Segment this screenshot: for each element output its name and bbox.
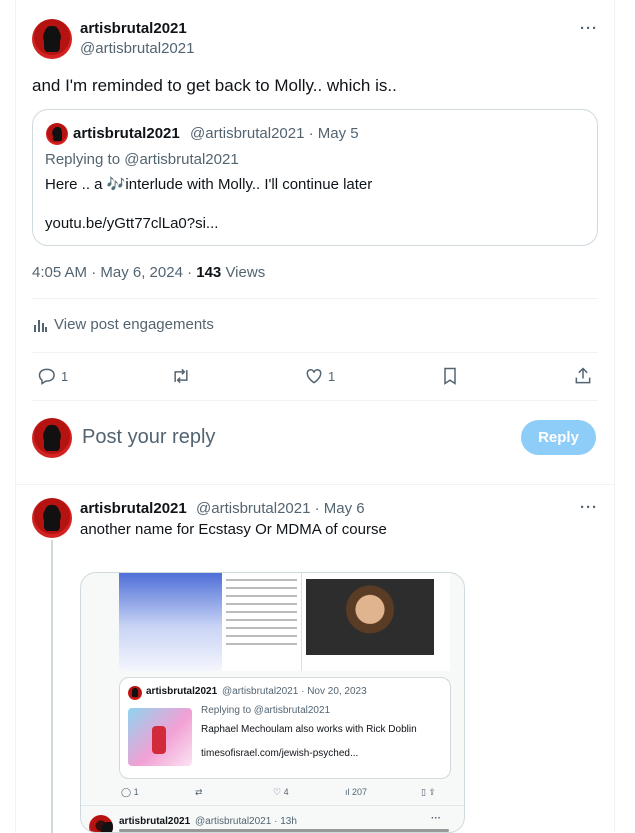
nested-display-name: artisbrutal2021 (146, 686, 218, 697)
views-label: Views (221, 264, 266, 281)
engagements-label[interactable]: View post engagements (54, 316, 214, 333)
reply-text: another name for Ecstasy Or MDMA of cour… (80, 521, 387, 538)
repost-action[interactable] (171, 366, 191, 386)
reply-count: 1 (61, 368, 69, 384)
section-divider (15, 484, 615, 485)
view-engagements-link[interactable]: View post engagements (32, 316, 214, 333)
nested-divider (81, 805, 464, 806)
bookmark-icon (444, 367, 456, 385)
timeline-border-right (614, 0, 615, 833)
quote-display-name: artisbrutal2021 (73, 125, 180, 142)
like-count: 1 (328, 368, 336, 384)
nested-like-stat: ♡ 4 (273, 787, 289, 797)
nested-like-count: 4 (283, 787, 289, 797)
repost-icon (174, 368, 188, 384)
share-icon (575, 367, 591, 384)
nested-handle-date: @artisbrutal2021 · Nov 20, 2023 (222, 686, 367, 697)
post-timestamp[interactable]: 4:05 AM · May 6, 2024 · 143 Views (32, 264, 265, 281)
nested-replying-to: Replying to @artisbrutal2021 (201, 705, 331, 716)
nested-repost-icon: ⇄ (195, 787, 203, 797)
views-count: 143 (196, 264, 222, 281)
nested-reply-stat: ◯ 1 (121, 787, 139, 797)
nested-tweet: artisbrutal2021 @artisbrutal2021 · Nov 2… (119, 677, 451, 779)
bottom-avatar (89, 815, 113, 832)
nested-thumbnail (128, 708, 192, 766)
quote-text-after: interlude with Molly.. I'll continue lat… (125, 176, 373, 193)
reply-avatar[interactable] (32, 498, 72, 538)
reply-icon (38, 368, 55, 385)
nested-link: timesofisrael.com/jewish-psyched... (201, 748, 359, 759)
reply-button[interactable]: Reply (521, 420, 596, 455)
attached-image[interactable]: artisbrutal2021 @artisbrutal2021 · Nov 2… (80, 572, 465, 833)
portrait-photo (306, 579, 434, 655)
divider (32, 298, 598, 299)
avatar[interactable] (32, 19, 72, 59)
quote-avatar (46, 123, 68, 145)
bottom-more-icon: ··· (431, 813, 441, 824)
more-options-icon[interactable]: ··· (580, 20, 598, 37)
quote-link[interactable]: youtu.be/yGtt77clLa0?si... (45, 215, 218, 232)
nested-avatar (128, 686, 142, 700)
nested-views-stat: ıl 207 (345, 787, 368, 797)
quote-handle-date: @artisbrutal2021 · May 5 (190, 125, 359, 142)
reply-display-name[interactable]: artisbrutal2021 (80, 500, 187, 517)
divider (32, 400, 598, 401)
quote-text-before: Here .. a (45, 176, 107, 193)
timestamp-text[interactable]: 4:05 AM · May 6, 2024 · (32, 264, 196, 281)
analytics-icon (34, 319, 47, 332)
bottom-cutoff-text (119, 829, 449, 832)
quote-text: Here .. a 🎶interlude with Molly.. I'll c… (45, 175, 372, 193)
reply-input[interactable]: Post your reply (82, 426, 215, 449)
handle[interactable]: @artisbrutal2021 (80, 40, 194, 57)
portrait-panel (302, 573, 450, 671)
composer-avatar (32, 418, 72, 458)
heart-icon (306, 368, 322, 384)
like-action[interactable]: 1 (304, 366, 335, 386)
reply-handle-date[interactable]: @artisbrutal2021 · May 6 (196, 500, 365, 517)
article-text-block (222, 573, 302, 671)
nested-bookmark-share-icons: ▯ ⇪ (421, 787, 436, 797)
bottom-display-name: artisbrutal2021 (119, 816, 191, 827)
nested-reply-count: 1 (133, 787, 139, 797)
display-name[interactable]: artisbrutal2021 (80, 20, 187, 37)
divider (32, 352, 598, 353)
blurred-figure (119, 573, 222, 671)
quote-replying-to: Replying to @artisbrutal2021 (45, 151, 239, 168)
thread-line (51, 540, 53, 833)
bookmark-action[interactable] (440, 366, 460, 386)
bottom-handle-date: @artisbrutal2021 · 13h (195, 816, 297, 827)
nested-views-count: 207 (352, 787, 368, 797)
reply-action[interactable]: 1 (37, 366, 68, 386)
more-options-icon[interactable]: ··· (580, 499, 598, 516)
timeline-border-left (15, 0, 16, 833)
nested-text: Raphael Mechoulam also works with Rick D… (201, 724, 417, 735)
post-text: and I'm reminded to get back to Molly.. … (32, 76, 397, 95)
music-notes-icon: 🎶 (106, 176, 126, 193)
share-action[interactable] (573, 366, 593, 386)
